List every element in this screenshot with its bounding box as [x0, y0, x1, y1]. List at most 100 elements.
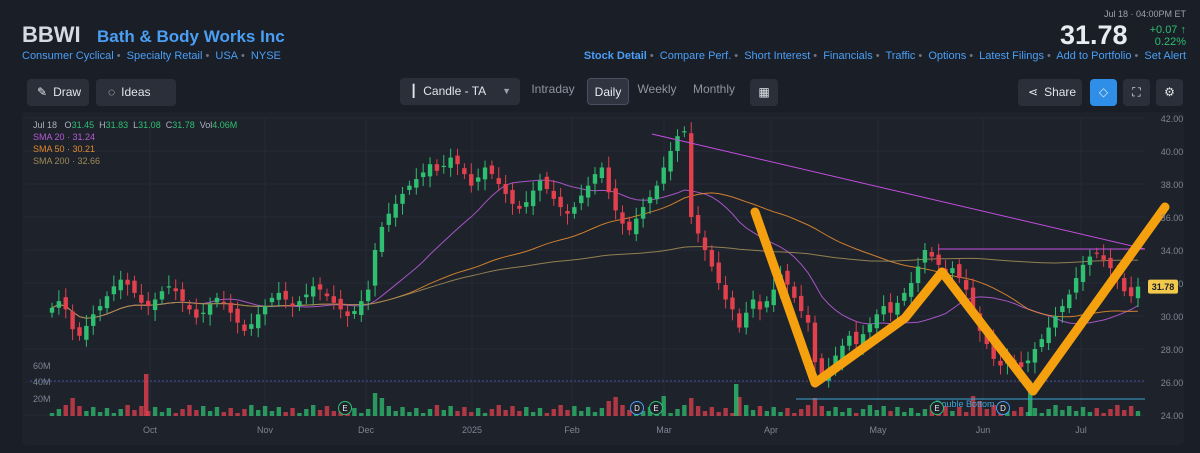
candle-body — [201, 312, 206, 314]
volume-bar — [304, 409, 309, 416]
candle-body — [132, 280, 137, 293]
candle-body — [159, 291, 165, 300]
volume-bar — [592, 412, 598, 416]
price-chart[interactable]: Double BottomE D E E D 42.0040.0038.0036.003… — [0, 0, 1200, 453]
candle-body — [1080, 264, 1086, 283]
candle-body — [297, 301, 302, 307]
candle-body — [187, 305, 192, 310]
candle-body — [888, 302, 893, 313]
volume-bar — [125, 405, 130, 416]
candle-body — [448, 157, 453, 168]
volume-bar — [462, 407, 467, 416]
annotations: Double BottomE D E E D — [338, 133, 1170, 415]
volume-bar — [689, 398, 694, 416]
candle-body — [579, 195, 584, 204]
volume-bar — [984, 409, 989, 416]
volume-bar — [249, 405, 254, 416]
candle-body — [338, 298, 343, 310]
candle-body — [792, 286, 797, 298]
event-marker-label: E — [934, 404, 939, 413]
volume-bar — [544, 413, 550, 416]
candle-body — [310, 286, 316, 297]
candle-body — [455, 155, 460, 165]
volume-bar — [922, 409, 928, 416]
candle-body — [496, 178, 501, 184]
volume-bar — [331, 411, 337, 416]
volume-tick-label: 60M — [33, 361, 51, 371]
volume-bar — [84, 411, 89, 416]
x-tick-label: Dec — [358, 425, 375, 435]
volume-bar — [434, 405, 440, 416]
candle-body — [180, 289, 185, 302]
volume-bar — [860, 409, 866, 416]
volume-bar — [819, 406, 825, 416]
volume-bar — [1128, 406, 1134, 416]
volume-bar — [56, 409, 62, 416]
candle-body — [1073, 278, 1079, 293]
candle-body — [91, 314, 96, 326]
candle-body — [613, 188, 618, 211]
volume-bar — [276, 407, 282, 416]
candle-body — [537, 180, 543, 191]
volume-bar — [1053, 405, 1058, 416]
legend-volume: 4.06M — [212, 120, 238, 130]
y-tick-label: 42.00 — [1161, 114, 1184, 124]
volume-bar — [1032, 408, 1038, 416]
y-tick-label: 30.00 — [1161, 312, 1184, 322]
candle-body — [654, 185, 660, 200]
candle-body — [249, 324, 254, 329]
volume-bar — [489, 409, 495, 416]
volume-bar — [139, 406, 144, 416]
candle-body — [56, 301, 62, 308]
candle-body — [63, 297, 68, 310]
candle-body — [544, 176, 550, 189]
volume-bar — [173, 413, 178, 416]
legend-sma50: SMA 50 · 30.21 — [33, 144, 96, 154]
candle-body — [104, 296, 110, 309]
volume-bar — [455, 411, 460, 416]
candle-body — [620, 212, 625, 224]
candle-body — [902, 292, 907, 301]
candle-body — [957, 264, 962, 279]
volume-bar — [269, 411, 275, 416]
y-tick-label: 26.00 — [1161, 378, 1184, 388]
y-tick-label: 34.00 — [1161, 246, 1184, 256]
volume-bar — [792, 413, 797, 416]
candle-body — [1108, 257, 1113, 269]
ohlc-legend: Jul 18 O31.45 H31.83 L31.08 C31.78 Vol4.… — [33, 120, 238, 166]
candle-body — [365, 289, 371, 302]
candle-body — [379, 226, 385, 252]
volume-bar — [159, 412, 165, 416]
candle-body — [359, 301, 364, 316]
candle-body — [482, 167, 488, 180]
x-tick-label: Nov — [257, 425, 274, 435]
volume-bar — [414, 408, 419, 416]
candle-body — [1067, 294, 1072, 309]
y-tick-label: 38.00 — [1161, 180, 1184, 190]
x-tick-label: Feb — [564, 425, 580, 435]
candle-body — [895, 302, 900, 315]
volume-bar — [1012, 411, 1017, 416]
volume-bar — [1060, 410, 1065, 416]
volume-spike — [144, 374, 149, 416]
candle-body — [1101, 255, 1106, 260]
volume-bar — [70, 398, 75, 416]
candle-body — [530, 190, 536, 207]
volume-bar — [613, 397, 618, 416]
candle-body — [764, 301, 770, 308]
candle-body — [242, 324, 247, 331]
candle-body — [393, 203, 398, 218]
candle-body — [317, 284, 323, 290]
candle-body — [420, 172, 426, 178]
candle-body — [730, 297, 735, 310]
candle-body — [139, 294, 144, 303]
candle-body — [434, 164, 440, 171]
candle-body — [1025, 360, 1031, 364]
volume-bar — [963, 412, 969, 416]
volume-bar — [723, 408, 728, 416]
legend-high: 31.83 — [105, 120, 129, 130]
candle-body — [675, 136, 680, 151]
candle-body — [125, 279, 130, 285]
candle-body — [111, 286, 117, 295]
x-tick-label: Oct — [143, 425, 158, 435]
